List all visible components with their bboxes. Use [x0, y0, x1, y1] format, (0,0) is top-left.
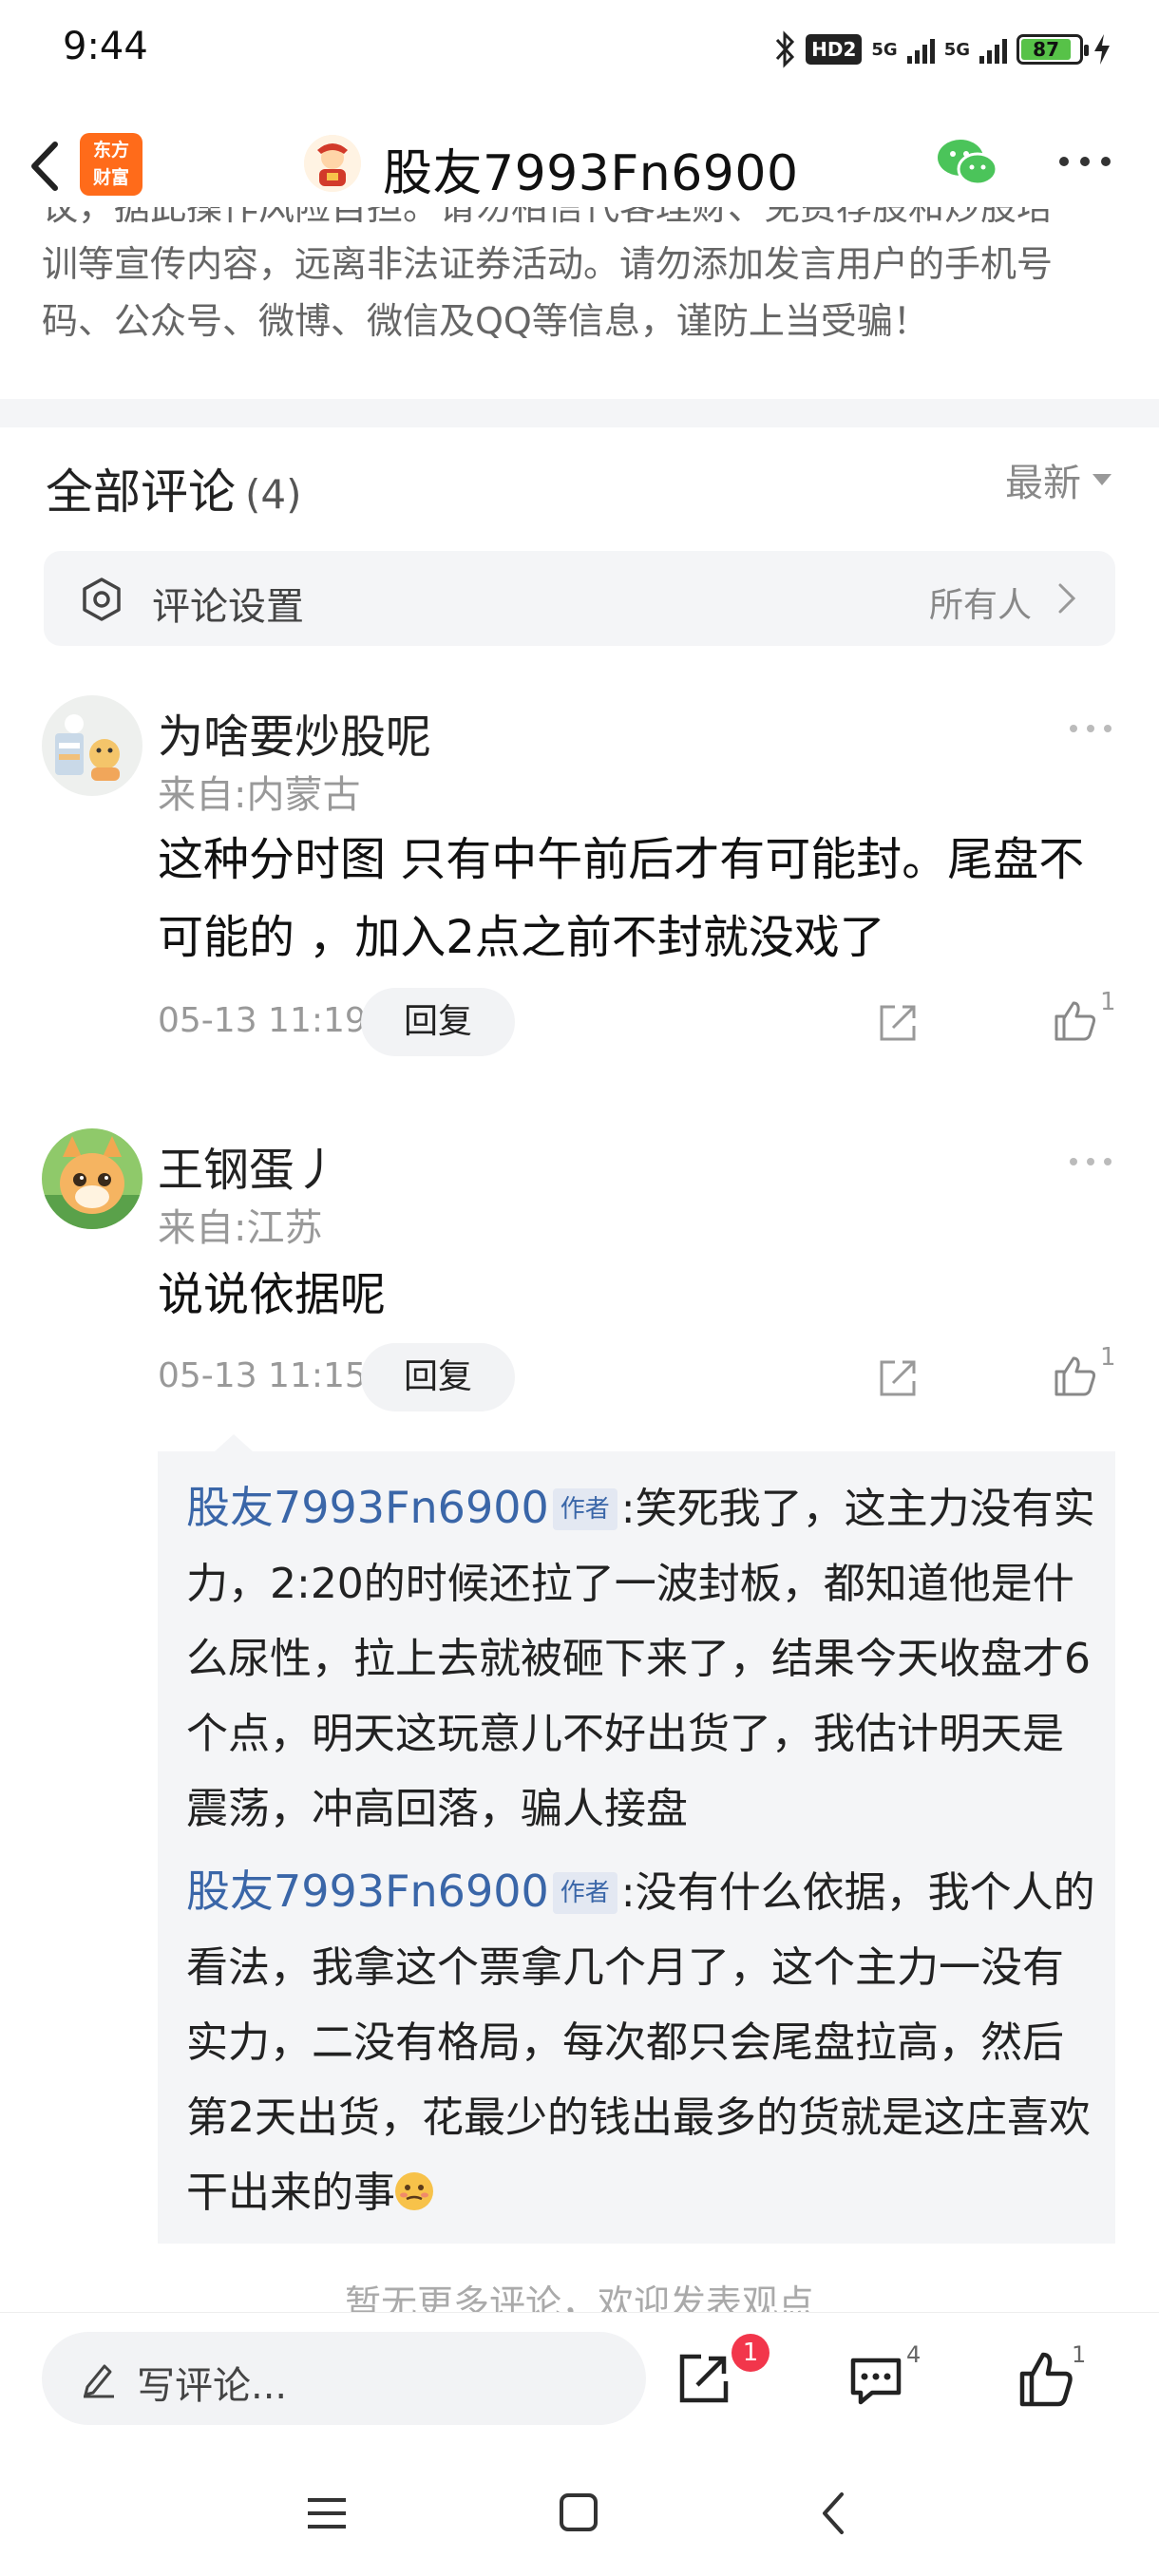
replies-notch: [215, 1434, 253, 1451]
page-title: 股友7993Fn6900: [383, 145, 799, 202]
net-label-2: 5G: [943, 39, 970, 60]
comment-settings-label: 评论设置: [152, 585, 304, 629]
avatar[interactable]: [42, 695, 142, 796]
comment-settings-value: 所有人: [928, 586, 1032, 625]
no-more-comments-hint: 暂无更多评论，欢迎发表观点: [344, 2282, 814, 2316]
author-tag: 作者: [552, 1872, 618, 1914]
status-time: 9:44: [63, 25, 148, 68]
comments-title-label: 全部评论: [46, 464, 236, 520]
wechat-share-icon[interactable]: [936, 137, 998, 190]
section-divider: [0, 399, 1159, 427]
reply-item[interactable]: 股友7993Fn6900 作者:没有什么依据，我个人的看法，我拿这个票拿几个月了，…: [186, 1854, 1098, 2230]
comment-time: 05-13 11:19: [158, 1001, 367, 1040]
reply-text: :没有什么依据，我个人的看法，我拿这个票拿几个月了，这个主力一没有实力，二没有格…: [186, 1868, 1095, 2217]
likes-count-badge: 1: [1072, 2341, 1087, 2368]
comment-input[interactable]: 写评论...: [42, 2332, 646, 2425]
comment-text: 说说依据呢: [158, 1268, 387, 1321]
like-count: 1: [1100, 988, 1116, 1016]
share-icon[interactable]: [876, 1356, 920, 1400]
bluetooth-icon: [775, 30, 795, 68]
comment-more-icon[interactable]: [1068, 1155, 1113, 1168]
reply-button[interactable]: 回复: [361, 988, 515, 1056]
comment-time: 05-13 11:15: [158, 1356, 367, 1395]
sort-dropdown[interactable]: 最新: [1005, 452, 1112, 507]
comment-settings-row[interactable]: 评论设置 所有人: [44, 551, 1115, 646]
reply-author[interactable]: 股友7993Fn6900: [186, 1482, 549, 1533]
reply-item[interactable]: 股友7993Fn6900 作者:笑死我了，这主力没有实力，2:20的时候还拉了一波…: [186, 1470, 1098, 1847]
emoji-icon: [395, 2172, 433, 2210]
reply-button[interactable]: 回复: [361, 1343, 515, 1411]
caret-down-icon: [1092, 474, 1112, 485]
battery-icon: 87: [1016, 34, 1089, 65]
replies-box: 股友7993Fn6900 作者:笑死我了，这主力没有实力，2:20的时候还拉了一波…: [158, 1451, 1115, 2244]
hd-badge: HD2: [806, 34, 863, 65]
share-icon[interactable]: [876, 1001, 920, 1045]
sort-label: 最新: [1005, 462, 1081, 505]
comment-more-icon[interactable]: [1068, 722, 1113, 735]
charging-icon: [1094, 34, 1110, 65]
disclaimer-line-3: 码、公众号、微博、微信及QQ等信息，谨防上当受骗！: [42, 300, 929, 342]
risk-disclaimer: 议，据此操作风险自担。请勿相信代客理财、免费荐股和炒股培 训等宣传内容，远离非法…: [42, 207, 1125, 378]
thumbs-up-icon[interactable]: [1018, 2349, 1074, 2408]
reply-author[interactable]: 股友7993Fn6900: [186, 1866, 549, 1917]
forward-icon[interactable]: [676, 2351, 732, 2406]
back-arrow-icon[interactable]: [21, 133, 68, 199]
signal-icon: [906, 35, 935, 64]
disclaimer-line-1: 议，据此操作风险自担。请勿相信代客理财、免费荐股和炒股培: [42, 207, 1054, 228]
reply-text: :笑死我了，这主力没有实力，2:20的时候还拉了一波封板，都知道他是什么尿性，拉…: [186, 1485, 1095, 1833]
home-icon[interactable]: [559, 2492, 598, 2532]
comment-author[interactable]: 王钢蛋丿: [158, 1132, 340, 1199]
like-count: 1: [1100, 1343, 1116, 1372]
bottom-action-bar: 写评论... 1 4 1: [0, 2312, 1159, 2435]
gear-icon: [83, 578, 121, 621]
thumbs-up-icon[interactable]: [1053, 997, 1098, 1043]
chevron-right-icon: [1058, 583, 1076, 614]
comments-icon[interactable]: [847, 2355, 904, 2408]
system-back-icon[interactable]: [819, 2491, 847, 2536]
system-navigation-bar: [0, 2435, 1159, 2576]
status-bar: 9:44 HD2 5G 5G 87: [0, 0, 1159, 95]
signal-icon-2: [979, 35, 1007, 64]
comments-count-badge: 4: [906, 2341, 922, 2368]
app-logo-line2: 财富: [92, 167, 129, 188]
user-avatar-icon[interactable]: [304, 135, 361, 192]
author-tag: 作者: [552, 1488, 618, 1530]
net-label-1: 5G: [871, 39, 898, 60]
pencil-icon: [84, 2364, 114, 2398]
forward-badge: 1: [732, 2334, 770, 2372]
comment-location: 来自:江苏: [158, 1206, 323, 1250]
avatar[interactable]: [42, 1128, 142, 1229]
disclaimer-line-2: 训等宣传内容，远离非法证券活动。请勿添加发言用户的手机号: [42, 243, 1054, 285]
comments-title: 全部评论 (4): [46, 454, 302, 522]
app-logo-line1: 东方: [92, 140, 129, 161]
comments-count: (4): [245, 471, 302, 518]
thumbs-up-icon[interactable]: [1053, 1353, 1098, 1398]
app-logo[interactable]: 东方 财富: [80, 133, 142, 196]
comment-author[interactable]: 为啥要炒股呢: [158, 699, 431, 766]
menu-icon[interactable]: [306, 2496, 348, 2530]
comment-location: 来自:内蒙古: [158, 773, 361, 817]
status-icons: HD2 5G 5G 87: [773, 28, 1112, 70]
comment-text: 这种分时图 只有中午前后才有可能封。尾盘不可能的 ，加入2点之前不封就没戏了: [158, 833, 1085, 964]
battery-level: 87: [1021, 38, 1072, 61]
more-options-icon[interactable]: [1056, 152, 1113, 171]
comment-input-placeholder: 写评论...: [137, 2364, 288, 2408]
